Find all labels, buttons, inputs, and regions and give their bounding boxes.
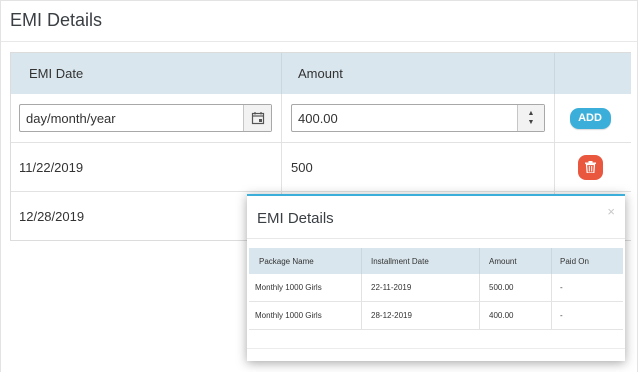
emi-date-cell: 11/22/2019 [19, 159, 84, 175]
table-row: 11/22/2019 500 [11, 143, 631, 192]
header-installment-date: Installment Date [371, 256, 429, 266]
emi-details-modal: EMI Details × Package Name Installment D… [247, 194, 625, 361]
installment-date-cell: 22-11-2019 [371, 283, 412, 292]
header-actions [555, 53, 631, 94]
amount-cell: 400.00 [489, 311, 514, 320]
header-amount: Amount [489, 256, 517, 266]
amount-input[interactable]: 400.00 ▲ ▼ [291, 104, 545, 132]
package-name-cell: Monthly 1000 Girls [255, 311, 322, 320]
date-placeholder: day/month/year [26, 110, 116, 126]
title-divider [1, 41, 637, 42]
panel-title: EMI Details [10, 10, 103, 30]
spinner-arrows-icon[interactable]: ▲ ▼ [517, 105, 544, 131]
emi-date-cell: 12/28/2019 [19, 208, 85, 224]
table-header-row: EMI Date Amount [11, 53, 631, 94]
modal-title: EMI Details [257, 210, 334, 227]
installment-date-cell: 28-12-2019 [371, 311, 412, 320]
calendar-icon[interactable] [243, 105, 271, 131]
close-icon[interactable]: × [607, 204, 615, 219]
modal-table: Package Name Installment Date Amount Pai… [249, 248, 623, 330]
header-amount: Amount [298, 66, 343, 81]
table-row: Monthly 1000 Girls 28-12-2019 400.00 - [249, 302, 623, 330]
header-paid-on: Paid On [560, 256, 589, 266]
delete-button[interactable] [577, 154, 603, 180]
trash-icon [584, 161, 596, 173]
amount-cell: 500 [291, 159, 313, 175]
amount-value: 400.00 [298, 110, 338, 126]
input-row: day/month/year 400.00 ▲ ▼ ADD [11, 94, 631, 143]
header-package-name: Package Name [259, 256, 314, 266]
add-button[interactable]: ADD [569, 107, 611, 129]
paid-on-cell: - [560, 311, 563, 320]
package-name-cell: Monthly 1000 Girls [255, 283, 322, 292]
header-emi-date: EMI Date [29, 66, 84, 81]
table-row: Monthly 1000 Girls 22-11-2019 500.00 - [249, 274, 623, 302]
modal-header-row: Package Name Installment Date Amount Pai… [249, 248, 623, 274]
modal-footer-divider [247, 348, 625, 349]
amount-cell: 500.00 [489, 283, 514, 292]
emi-date-input[interactable]: day/month/year [19, 104, 272, 132]
modal-divider [247, 238, 625, 239]
paid-on-cell: - [560, 283, 563, 292]
